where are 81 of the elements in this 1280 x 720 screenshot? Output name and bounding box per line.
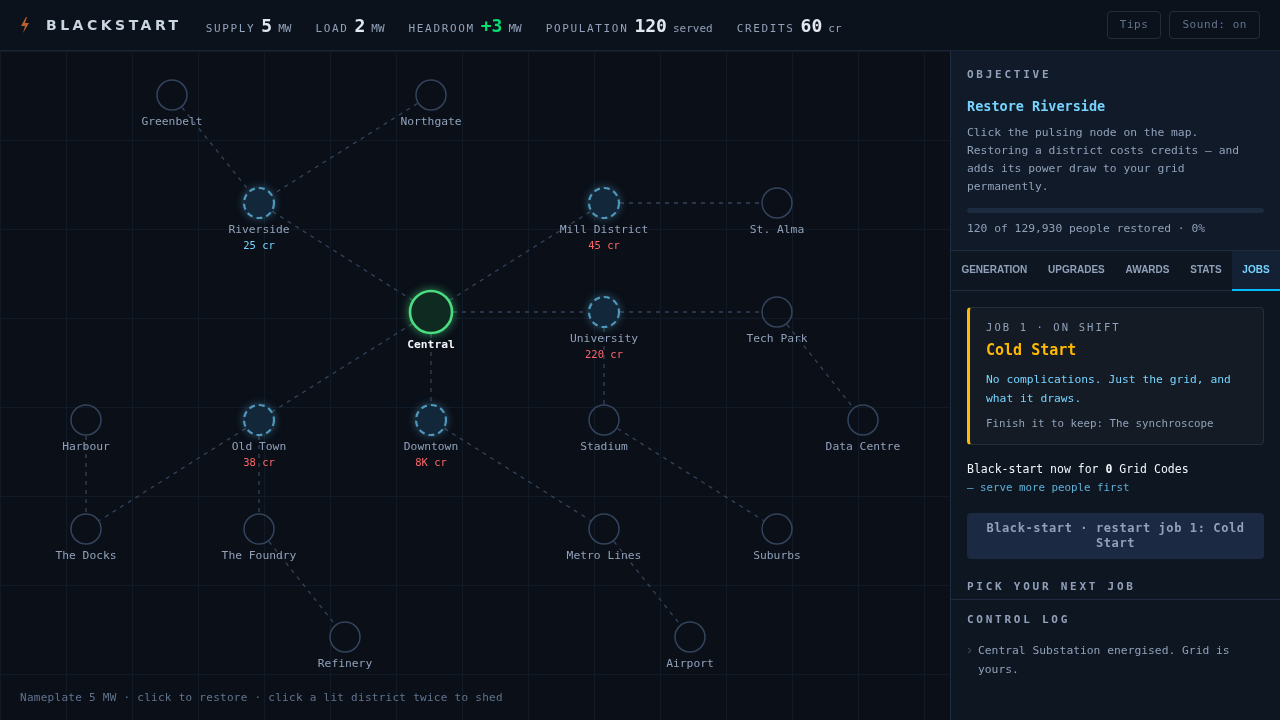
district-node[interactable]: [243, 513, 275, 545]
stat-label: SUPPLY: [205, 20, 256, 37]
panel-tab[interactable]: GENERATION: [951, 250, 1038, 290]
district-node[interactable]: [761, 187, 793, 219]
district-node[interactable]: [847, 404, 879, 436]
stat-label: LOAD: [315, 20, 349, 37]
district-label: Central: [407, 338, 455, 352]
district-label: The Docks: [55, 549, 117, 563]
district-node[interactable]: [242, 186, 276, 220]
panel-tab[interactable]: AWARDS: [1115, 250, 1180, 290]
district-label: Tech Park: [746, 332, 808, 346]
stat-unit: MW: [278, 20, 292, 37]
district-label: Riverside: [228, 223, 290, 237]
district-label: Old Town: [231, 440, 287, 454]
blackstart-note: — serve more people first: [967, 480, 1131, 497]
district-label: Suburbs: [753, 549, 801, 563]
district-node[interactable]: [329, 621, 361, 653]
district-node[interactable]: [761, 513, 793, 545]
district-cost: 25 cr: [243, 238, 275, 253]
job-reward: Finish it to keep: The synchroscope: [986, 415, 1215, 432]
panel-tab[interactable]: UPGRADES: [1037, 250, 1116, 290]
stat-value: 2: [354, 13, 366, 38]
panel-tab[interactable]: JOBS: [1231, 250, 1280, 291]
header-button[interactable]: Sound: on: [1169, 10, 1260, 40]
stat-unit: served: [672, 20, 713, 37]
district-label: Mill District: [559, 223, 649, 237]
district-label: Greenbelt: [141, 115, 203, 129]
objective-title: Restore Riverside: [967, 96, 1107, 116]
chevron-icon: [967, 646, 972, 654]
district-cost: 8K cr: [415, 455, 447, 470]
district-label: Data Centre: [825, 440, 901, 454]
blackstart-text: Black-start now for 0 Grid Codes: [967, 461, 1190, 479]
stat-value: +3: [480, 13, 503, 38]
district-node[interactable]: [587, 186, 621, 220]
district-node[interactable]: [588, 404, 620, 436]
district-label: The Foundry: [221, 549, 297, 563]
district-node[interactable]: [587, 295, 621, 329]
panel-tab[interactable]: STATS: [1179, 250, 1232, 290]
header-button[interactable]: Tips: [1106, 10, 1162, 40]
district-label: University: [570, 332, 638, 346]
district-node[interactable]: [761, 296, 793, 328]
stat-unit: MW: [508, 20, 522, 37]
job-title: Cold Start: [986, 340, 1078, 362]
district-node[interactable]: [415, 79, 447, 111]
app-title: BLACKSTART: [46, 15, 182, 35]
district-label: Northgate: [400, 115, 462, 129]
district-node[interactable]: [156, 79, 188, 111]
stat-label: HEADROOM: [408, 20, 475, 37]
stat-unit: MW: [371, 20, 385, 37]
district-label: Metro Lines: [566, 549, 642, 563]
stat-value: 60: [800, 13, 823, 38]
stat-unit: cr: [828, 20, 842, 37]
district-node[interactable]: [70, 404, 102, 436]
district-label: Downtown: [403, 440, 459, 454]
progress-text: 120 of 129,930 people restored · 0%: [967, 220, 1207, 237]
district-cost: 220 cr: [585, 347, 623, 362]
section-heading: CONTROL LOG: [967, 612, 1072, 629]
job-description: No complications. Just the grid, and what it draws.: [986, 371, 1232, 407]
district-node[interactable]: [242, 403, 276, 437]
stat-value: 5: [261, 13, 273, 38]
log-entry: Central Substation energised. Grid is yours.: [978, 642, 1231, 678]
district-label: Airport: [666, 657, 714, 671]
objective-text: Click the pulsing node on the map. Restoring a district costs credits — and adds its power draw to your grid permanently.: [967, 124, 1241, 195]
section-heading: OBJECTIVE: [967, 67, 1053, 83]
district-node[interactable]: [674, 621, 706, 653]
job-meta: JOB 1 · ON SHIFT: [986, 319, 1122, 335]
district-label: St. Alma: [749, 223, 805, 237]
district-cost: 38 cr: [243, 455, 275, 470]
stat-label: CREDITS: [736, 20, 795, 37]
stat-value: 120: [634, 13, 667, 38]
district-label: Refinery: [317, 657, 373, 671]
district-node[interactable]: [414, 403, 448, 437]
section-heading: PICK YOUR NEXT JOB: [967, 578, 1137, 595]
district-node[interactable]: [70, 513, 102, 545]
district-node[interactable]: [588, 513, 620, 545]
district-label: Harbour: [62, 440, 110, 454]
lightning-icon: [20, 17, 30, 33]
stat-label: POPULATION: [545, 20, 629, 37]
district-label: Stadium: [580, 440, 628, 454]
map-hint: Nameplate 5 MW · click to restore · click a lit district twice to shed: [20, 689, 503, 706]
district-cost: 45 cr: [588, 238, 620, 253]
